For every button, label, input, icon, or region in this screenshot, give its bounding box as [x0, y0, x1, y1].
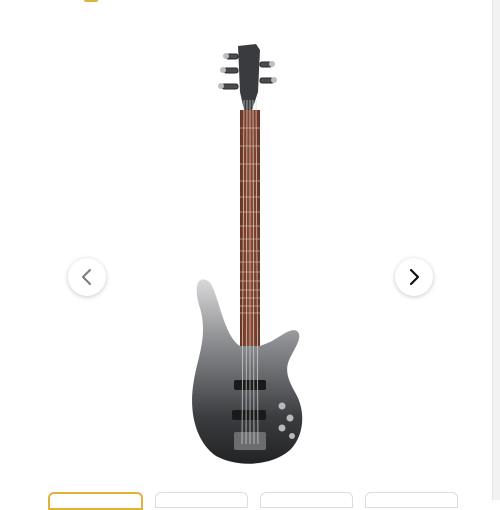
thumbnail-4[interactable] — [365, 492, 458, 508]
scrollbar-track[interactable] — [492, 0, 500, 500]
previous-image-button[interactable] — [68, 258, 106, 296]
thumbnail-1[interactable] — [48, 492, 143, 510]
rating-star-fragment — [84, 0, 98, 2]
chevron-right-icon — [409, 268, 420, 286]
product-image[interactable] — [186, 40, 312, 470]
thumbnail-2[interactable] — [155, 492, 248, 508]
next-image-button[interactable] — [395, 258, 433, 296]
thumbnail-3[interactable] — [260, 492, 353, 508]
thumbnail-strip — [48, 492, 458, 510]
bass-guitar-image — [192, 44, 303, 464]
chevron-left-icon — [82, 269, 91, 285]
